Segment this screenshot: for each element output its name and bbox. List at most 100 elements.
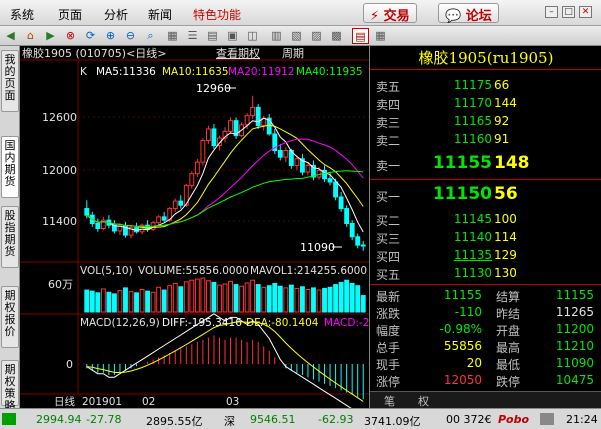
bid1-row[interactable]: 买一 11150 56 bbox=[370, 183, 601, 207]
tab-index-futures[interactable]: 股指期货 bbox=[1, 206, 19, 268]
ask-label: 卖三 bbox=[376, 116, 401, 130]
candle-body bbox=[344, 208, 350, 225]
stat-value: 11155 bbox=[443, 288, 482, 302]
tab-option-quotes[interactable]: 期权报价 bbox=[1, 286, 19, 348]
zoom-in-icon[interactable]: ⊕ bbox=[102, 28, 119, 44]
maximize-icon[interactable]: □ bbox=[562, 6, 575, 18]
notebook-icon[interactable]: ▤ bbox=[352, 28, 369, 44]
tab-label: 期权策略 bbox=[4, 363, 16, 412]
ask1-row[interactable]: 卖一 11155 148 bbox=[370, 152, 601, 176]
bid-volume: 129 bbox=[494, 248, 517, 262]
tab-domestic-futures[interactable]: 国内期货 bbox=[1, 136, 19, 198]
tab-label: 我的页面 bbox=[4, 53, 16, 102]
quote-icon[interactable]: ▨ bbox=[308, 28, 325, 44]
vol-legend-volume: VOLUME:55856.0000 bbox=[138, 265, 249, 277]
list-icon[interactable]: ☰ bbox=[184, 28, 201, 44]
ask-price: 11160 bbox=[453, 132, 492, 146]
grid-icon[interactable]: ▦ bbox=[164, 28, 181, 44]
close-icon[interactable]: ✕ bbox=[579, 6, 592, 18]
menu-page[interactable]: 页面 bbox=[58, 6, 82, 23]
volume-bar bbox=[228, 280, 233, 313]
ask-row[interactable]: 卖四 11170 144 bbox=[370, 94, 601, 112]
volume-bar bbox=[261, 286, 267, 313]
bid-row[interactable]: 买二 11145 100 bbox=[370, 210, 601, 228]
refresh-icon[interactable]: ⟳ bbox=[82, 28, 99, 44]
tab-rights[interactable]: 权 bbox=[418, 393, 429, 409]
layout-icon[interactable]: ▤ bbox=[204, 28, 221, 44]
bid-row[interactable]: 买五 11130 130 bbox=[370, 264, 601, 282]
volume-bar bbox=[161, 289, 167, 313]
candle-body bbox=[327, 178, 333, 183]
volume-bar bbox=[194, 278, 200, 313]
menu-special-features[interactable]: 特色功能 bbox=[193, 6, 241, 23]
tab-ticks[interactable]: 笔 bbox=[384, 393, 395, 409]
ask-volume: 92 bbox=[494, 114, 510, 128]
volume-bar bbox=[233, 284, 239, 313]
bid-price: 11130 bbox=[453, 266, 492, 280]
back-icon[interactable]: ◀ bbox=[2, 28, 19, 44]
ask-row[interactable]: 卖五 11175 66 bbox=[370, 76, 601, 94]
ask-row[interactable]: 卖二 11160 91 bbox=[370, 130, 601, 148]
tab-option-strategy[interactable]: 期权策略 bbox=[1, 360, 19, 412]
menu-analysis[interactable]: 分析 bbox=[104, 6, 128, 23]
brand-logo: Pobo bbox=[498, 413, 530, 426]
zoom-out-icon[interactable]: ⊖ bbox=[122, 28, 139, 44]
stop-icon[interactable]: ⊗ bbox=[62, 28, 79, 44]
candle-body bbox=[95, 223, 101, 229]
f1-icon[interactable]: ◫ bbox=[244, 28, 261, 44]
menu-bar: 系统 页面 分析 新闻 特色功能 ⚡ 交易 💬 论坛 – □ ✕ bbox=[0, 0, 601, 26]
ask-volume: 144 bbox=[494, 96, 517, 110]
ask-volume: 66 bbox=[494, 78, 510, 92]
bid-label: 买四 bbox=[376, 250, 401, 264]
volume-bar bbox=[205, 280, 211, 313]
tab-label: 股指期货 bbox=[4, 209, 16, 258]
price-tick-12600: 12600 bbox=[42, 111, 77, 124]
forum-button[interactable]: 💬 论坛 bbox=[438, 3, 499, 24]
sh-index-value: 2994.94 bbox=[36, 413, 82, 426]
volume-bar bbox=[283, 287, 289, 313]
candle-body bbox=[205, 128, 211, 142]
volume-bar bbox=[117, 290, 123, 313]
menu-system[interactable]: 系统 bbox=[10, 6, 34, 23]
ask-row[interactable]: 卖三 11165 92 bbox=[370, 112, 601, 130]
tab-my-page[interactable]: 我的页面 bbox=[1, 50, 19, 112]
search-icon[interactable]: ⌕ bbox=[142, 28, 159, 44]
calendar-icon[interactable]: ▧ bbox=[288, 28, 305, 44]
bid-row[interactable]: 买四 11135 129 bbox=[370, 246, 601, 264]
volume-bar bbox=[239, 285, 245, 313]
network-icon bbox=[540, 413, 554, 425]
candle-body bbox=[349, 223, 355, 238]
minimize-icon[interactable]: – bbox=[545, 6, 558, 18]
home-icon[interactable]: ⌂ bbox=[22, 28, 39, 44]
forward-icon[interactable]: ▶ bbox=[42, 28, 59, 44]
bid-row[interactable]: 买三 11140 114 bbox=[370, 228, 601, 246]
candle-body bbox=[255, 106, 261, 127]
window-icon[interactable]: ▩ bbox=[328, 28, 345, 44]
ask-volume: 91 bbox=[494, 132, 510, 146]
volume-bar bbox=[294, 287, 300, 313]
chart-icon[interactable]: ▥ bbox=[268, 28, 285, 44]
candle-body bbox=[305, 164, 311, 173]
kline-chart-panel[interactable]: 橡胶1905 (010705)<日线> 查看期权 周期 K MA5:11336 … bbox=[20, 46, 369, 417]
stats-row: 涨停 12050 跌停 10475 bbox=[370, 371, 601, 389]
volume-bar bbox=[178, 286, 184, 313]
menu-news[interactable]: 新闻 bbox=[148, 6, 172, 23]
view-options-link[interactable]: 查看期权 bbox=[216, 46, 260, 60]
bid-label: 买二 bbox=[376, 214, 401, 228]
stat-value: 11155 bbox=[555, 288, 594, 302]
trade-button[interactable]: ⚡ 交易 bbox=[363, 3, 417, 24]
stats-row: 现手 20 最低 11090 bbox=[370, 354, 601, 372]
volume-bar bbox=[134, 292, 139, 313]
volume-bar bbox=[128, 291, 134, 313]
candle-body bbox=[338, 196, 344, 210]
f10-icon[interactable]: ▣ bbox=[224, 28, 241, 44]
volume-bar bbox=[322, 287, 327, 313]
kline-chart-svg[interactable]: 橡胶1905 (010705)<日线> 查看期权 周期 K MA5:11336 … bbox=[20, 46, 369, 417]
volume-bar bbox=[139, 289, 145, 313]
ticker-icon[interactable]: ▦ bbox=[372, 28, 389, 44]
candle-body bbox=[333, 181, 339, 198]
stat-value: 11210 bbox=[555, 339, 594, 353]
ask-price: 11175 bbox=[453, 78, 492, 92]
period-button[interactable]: 周期 bbox=[282, 47, 304, 60]
vol-legend-name: VOL(5,10) bbox=[80, 265, 133, 277]
